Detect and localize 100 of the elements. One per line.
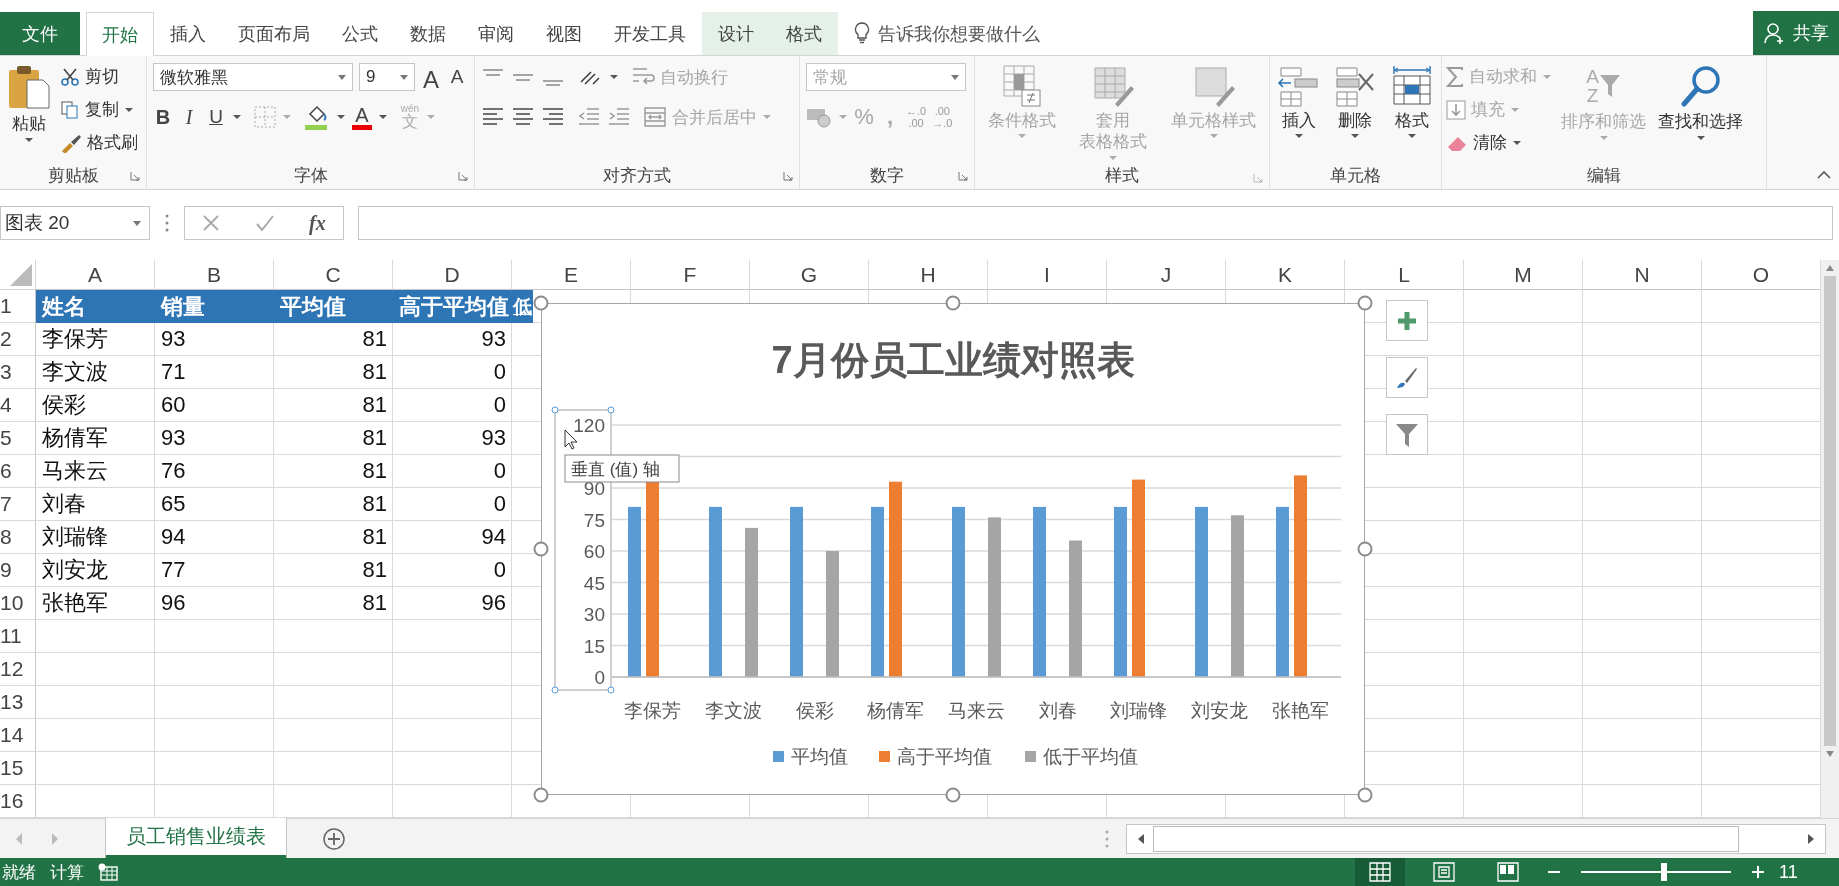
scroll-down-icon[interactable]	[1825, 750, 1835, 758]
cell-command-button[interactable]: 删除	[1330, 62, 1381, 142]
zoom-level-text[interactable]: 11	[1779, 861, 1839, 883]
scroll-left-icon[interactable]	[1137, 832, 1145, 845]
dialog-launcher-icon[interactable]	[1253, 172, 1263, 183]
resize-handle[interactable]	[533, 295, 549, 311]
chart-elements-button[interactable]	[1386, 300, 1428, 341]
bold-button[interactable]: B	[153, 105, 173, 129]
fill-color-icon[interactable]	[304, 104, 330, 130]
column-header[interactable]: F	[631, 260, 750, 290]
row-header[interactable]: 13	[0, 686, 36, 719]
copy-button[interactable]: 复制	[60, 95, 138, 124]
dialog-launcher-icon[interactable]	[783, 171, 793, 181]
axis-selection-frame[interactable]	[551, 406, 615, 694]
chart[interactable]: 7月份员工业绩对照表 0 15 30 45 60 75 90 120 李保芳 李文波 侯彩 杨倩军 马来云 刘春 刘瑞锋 刘安龙 张艳军 平均值 高于平均值 低于平均值 垂直 (值) 轴	[533, 295, 1374, 804]
clear-button[interactable]: 清除	[1446, 128, 1552, 157]
horizontal-align-icon[interactable]	[541, 106, 565, 128]
resize-handle[interactable]	[1357, 787, 1373, 803]
name-box[interactable]: 图表 20	[0, 206, 150, 240]
column-header[interactable]: H	[869, 260, 988, 290]
normal-view-button[interactable]	[1355, 858, 1405, 886]
dialog-launcher-icon[interactable]	[130, 171, 140, 181]
grow-font-button[interactable]: A	[421, 60, 441, 94]
column-header[interactable]: J	[1107, 260, 1226, 290]
money-icon[interactable]	[806, 106, 832, 128]
resize-handle[interactable]	[533, 787, 549, 803]
column-header[interactable]: I	[988, 260, 1107, 290]
tell-me-field[interactable]: 告诉我你想要做什么	[876, 13, 1100, 55]
resize-handle[interactable]	[533, 541, 549, 557]
horizontal-align-icon[interactable]	[481, 106, 505, 128]
horizontal-align-icon[interactable]	[511, 106, 535, 128]
row-header[interactable]: 2	[0, 323, 36, 356]
row-header[interactable]: 5	[0, 422, 36, 455]
insert-function-button[interactable]: fx	[309, 211, 326, 235]
underline-button[interactable]: U	[205, 106, 226, 128]
splitter-handle-icon[interactable]	[1104, 828, 1110, 849]
resize-handle[interactable]	[945, 787, 961, 803]
cut-button[interactable]: 剪切	[60, 62, 138, 91]
row-header[interactable]: 3	[0, 356, 36, 389]
share-button[interactable]: 共享	[1753, 11, 1839, 55]
resize-handle[interactable]	[1357, 541, 1373, 557]
ribbon-tab[interactable]: 审阅	[462, 12, 530, 55]
add-sheet-icon[interactable]	[322, 826, 346, 851]
increase-indent-icon[interactable]	[607, 106, 631, 128]
chart-styles-button[interactable]	[1386, 357, 1428, 398]
find-select-button[interactable]: 查找和选择	[1655, 62, 1746, 143]
vertical-scrollbar[interactable]	[1821, 260, 1839, 818]
font-name-dropdown[interactable]: 微软雅黑	[153, 63, 353, 91]
cancel-icon[interactable]	[202, 214, 221, 232]
select-all-button[interactable]	[0, 260, 36, 290]
row-header[interactable]: 7	[0, 488, 36, 521]
formula-input[interactable]	[358, 206, 1833, 240]
paste-button[interactable]: 粘贴	[4, 62, 54, 145]
ribbon-tab[interactable]: 开发工具	[598, 12, 702, 55]
row-header[interactable]: 9	[0, 554, 36, 587]
ribbon-tab[interactable]: 格式	[770, 12, 838, 55]
row-header[interactable]: 8	[0, 521, 36, 554]
format-painter-button[interactable]: 格式刷	[60, 128, 138, 157]
row-header[interactable]: 10	[0, 587, 36, 620]
chart-filters-button[interactable]	[1386, 414, 1428, 455]
horizontal-scrollbar[interactable]	[1126, 823, 1826, 854]
row-header[interactable]: 11	[0, 620, 36, 653]
font-size-dropdown[interactable]: 9	[359, 63, 415, 91]
dialog-launcher-icon[interactable]	[958, 171, 968, 181]
cell-command-button[interactable]: 格式	[1386, 62, 1437, 142]
column-header[interactable]: M	[1464, 260, 1583, 290]
sheet-tab[interactable]: 员工销售业绩表	[106, 817, 286, 858]
ribbon-tab[interactable]: 设计	[702, 12, 770, 55]
row-header[interactable]: 4	[0, 389, 36, 422]
decrease-indent-icon[interactable]	[577, 106, 601, 128]
check-icon[interactable]	[254, 214, 275, 232]
italic-button[interactable]: I	[179, 105, 199, 129]
ribbon-tab[interactable]: 数据	[394, 12, 462, 55]
row-header[interactable]: 15	[0, 752, 36, 785]
row-header[interactable]: 12	[0, 653, 36, 686]
collapse-ribbon-icon[interactable]	[1817, 171, 1831, 179]
column-header[interactable]: L	[1345, 260, 1464, 290]
ribbon-tab[interactable]: 插入	[154, 12, 222, 55]
ribbon-tab[interactable]: 开始	[86, 12, 154, 56]
ribbon-tab[interactable]: 文件	[0, 12, 80, 55]
column-header[interactable]: N	[1583, 260, 1702, 290]
font-color-button[interactable]: A	[352, 104, 372, 130]
resize-handle[interactable]	[945, 295, 961, 311]
ribbon-tab[interactable]: 页面布局	[222, 12, 326, 55]
ribbon-tab[interactable]: 公式	[326, 12, 394, 55]
column-header[interactable]: K	[1226, 260, 1345, 290]
column-header[interactable]: G	[750, 260, 869, 290]
ribbon-tab[interactable]: 视图	[530, 12, 598, 55]
zoom-slider-thumb[interactable]	[1660, 863, 1667, 881]
row-header[interactable]: 6	[0, 455, 36, 488]
dialog-launcher-icon[interactable]	[458, 171, 468, 181]
scroll-right-icon[interactable]	[1807, 832, 1815, 845]
more-options-icon[interactable]	[164, 213, 170, 233]
shrink-font-button[interactable]: A	[447, 66, 467, 88]
row-header[interactable]: 14	[0, 719, 36, 752]
scroll-up-icon[interactable]	[1825, 264, 1835, 272]
sheet-macro-icon[interactable]	[98, 863, 118, 881]
cell-command-button[interactable]: 插入	[1274, 62, 1325, 142]
zoom-in-icon[interactable]	[1751, 865, 1765, 879]
resize-handle[interactable]	[1357, 295, 1373, 311]
